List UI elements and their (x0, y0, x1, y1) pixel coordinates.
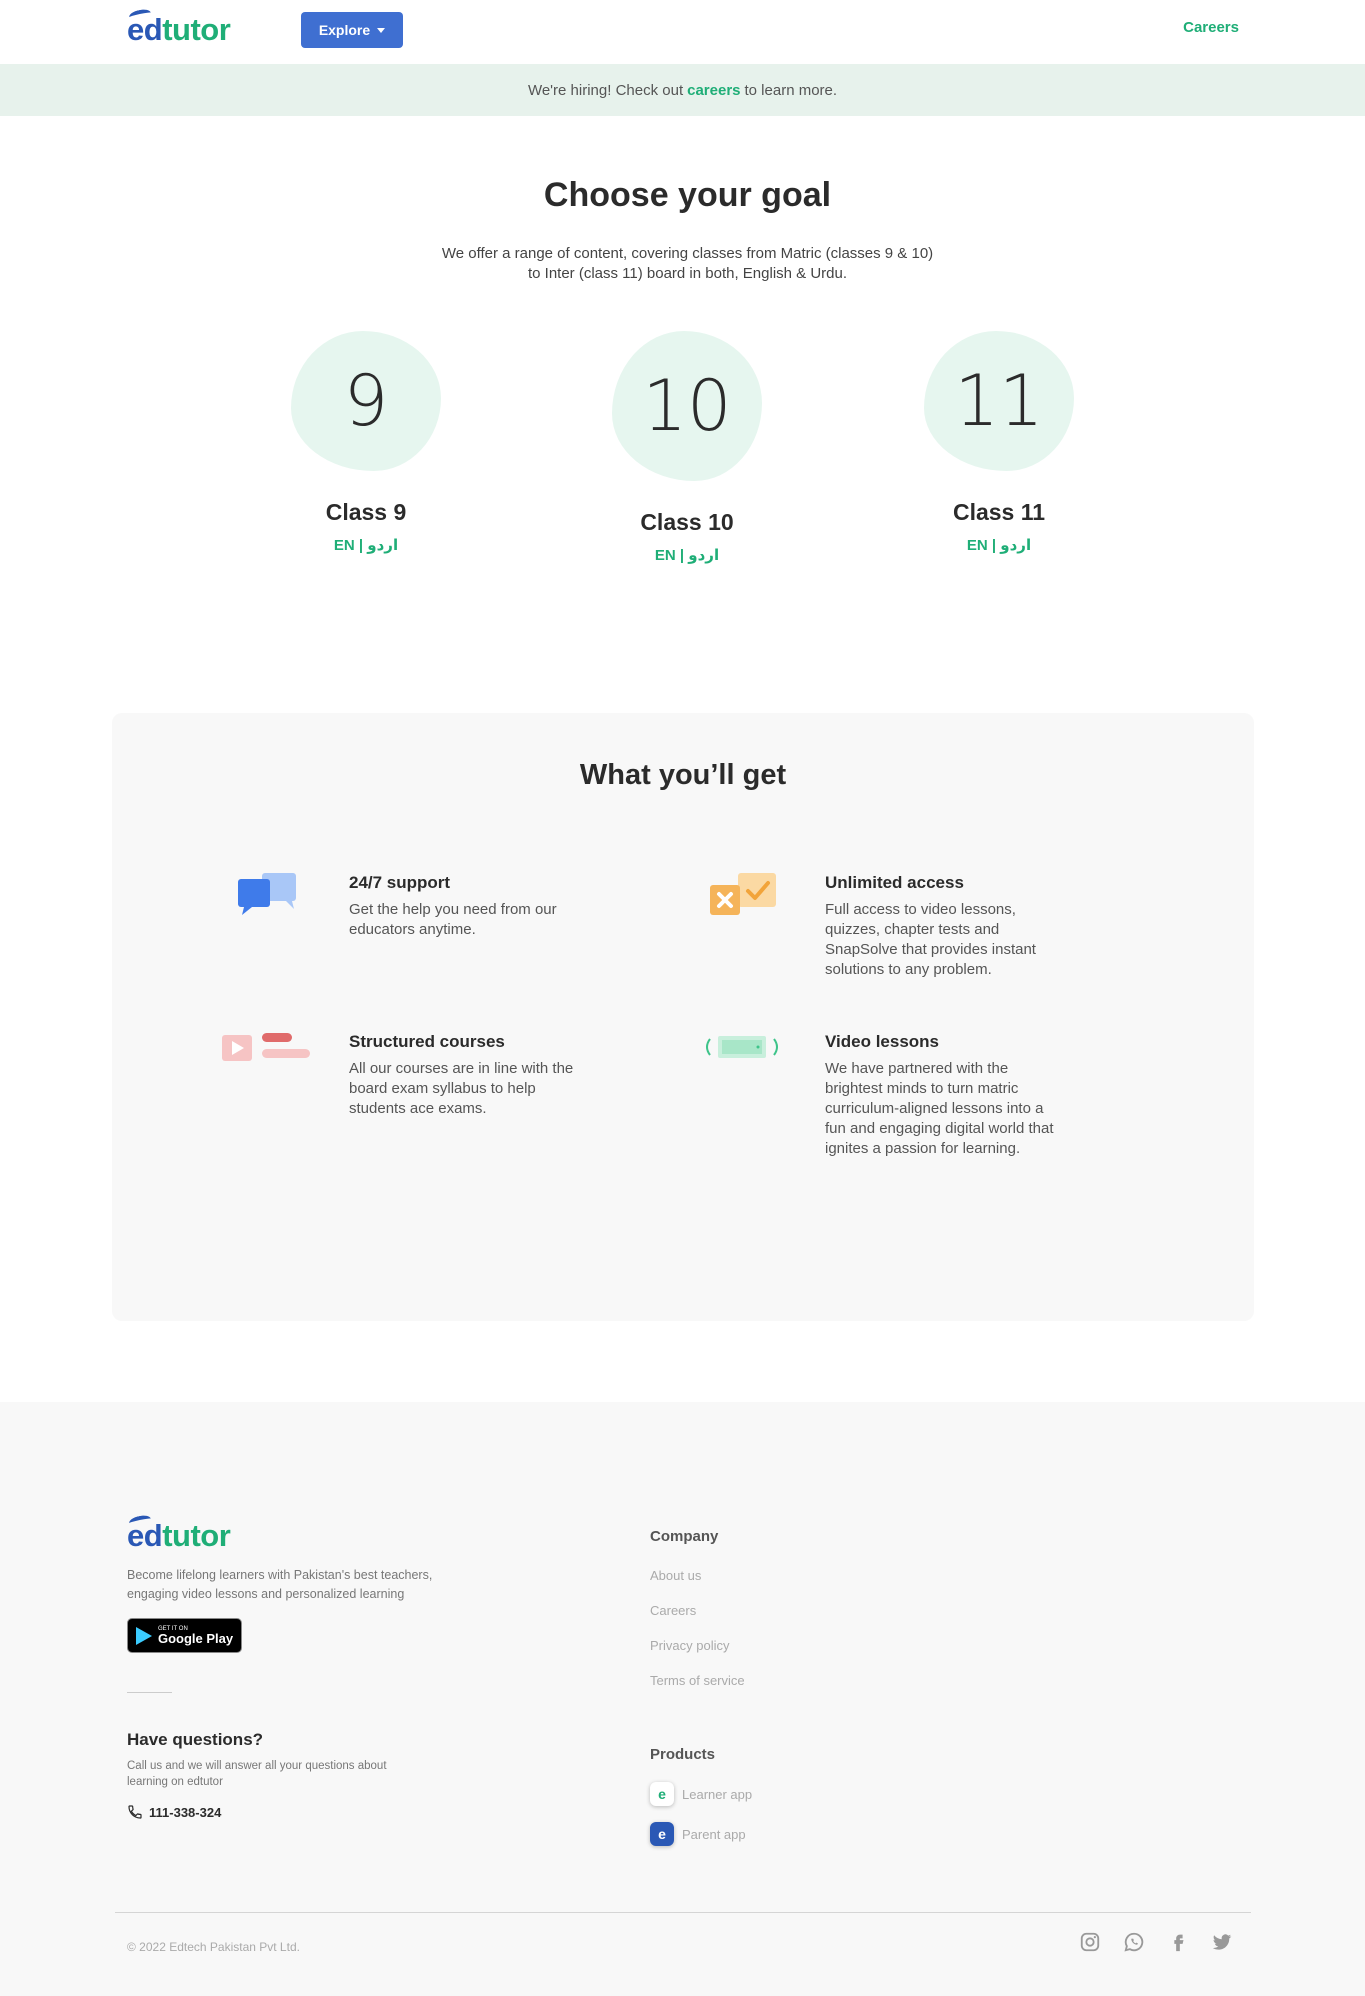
class-10-urdu-link[interactable]: اردو (688, 547, 719, 564)
twitter-icon[interactable] (1210, 1930, 1234, 1954)
site-footer: ed tutor Become lifelong learners with Pa… (0, 1402, 1365, 1996)
feature-support-title: 24/7 support (349, 873, 451, 892)
phone-contact[interactable]: 111-338-324 (127, 1804, 221, 1820)
products-title: Products (650, 1746, 716, 1763)
quiz-check-icon (710, 873, 776, 915)
company-title: Company (650, 1528, 719, 1545)
class-card-10[interactable]: 10 Class 10 EN | اردو (602, 331, 772, 564)
social-links (1078, 1930, 1234, 1954)
whatsapp-icon[interactable] (1122, 1930, 1146, 1954)
learner-app-icon: e (650, 1782, 674, 1806)
features-panel: What you’ll get 24/7 support Get the hel… (112, 713, 1254, 1321)
facebook-icon[interactable] (1166, 1930, 1190, 1954)
class-11-urdu-link[interactable]: اردو (1000, 537, 1031, 554)
feature-video-lessons-title: Video lessons (825, 1032, 940, 1051)
feature-unlimited-access: Unlimited access Full access to video le… (825, 873, 1065, 980)
class-card-9[interactable]: 9 Class 9 EN | اردو (281, 331, 451, 554)
parent-app-icon: e (650, 1822, 674, 1846)
class-11-en-link[interactable]: EN (967, 537, 988, 554)
top-header: ed tutor Explore Careers (0, 0, 1365, 64)
caret-down-icon (377, 27, 386, 33)
explore-dropdown-button[interactable]: Explore (301, 12, 403, 48)
class-10-en-link[interactable]: EN (655, 547, 676, 564)
class-9-languages: EN | اردو (333, 537, 399, 554)
class-11-languages: EN | اردو (966, 537, 1032, 554)
parent-app-link[interactable]: e Parent app (650, 1822, 746, 1846)
footer-edtutor-logo[interactable]: ed tutor (127, 1513, 231, 1554)
footer-rule (115, 1912, 1251, 1913)
video-screen-icon (706, 1036, 778, 1058)
footer-link-about-us[interactable]: About us (650, 1568, 701, 1583)
hiring-banner: We're hiring! Check out careers to learn… (0, 64, 1365, 116)
class-9-badge[interactable]: 9 (291, 331, 441, 471)
feature-structured-courses: Structured courses All our courses are i… (349, 1032, 589, 1119)
learner-app-link[interactable]: e Learner app (650, 1782, 752, 1806)
google-play-badge[interactable]: GET IT ON Google Play (127, 1618, 242, 1653)
class-9-en-link[interactable]: EN (334, 537, 355, 554)
footer-tagline: Become lifelong learners with Pakistan's… (127, 1568, 433, 1601)
feature-video-lessons-text: We have partnered with the brightest min… (825, 1060, 1054, 1157)
class-9-urdu-link[interactable]: اردو (367, 537, 398, 554)
feature-support: 24/7 support Get the help you need from … (349, 873, 589, 940)
google-play-icon (136, 1626, 152, 1645)
footer-link-careers[interactable]: Careers (650, 1603, 696, 1618)
footer-link-terms-of-service[interactable]: Terms of service (650, 1673, 745, 1688)
banner-careers-link[interactable]: careers (687, 82, 740, 99)
feature-unlimited-access-text: Full access to video lessons, quizzes, c… (825, 901, 1036, 978)
class-card-11[interactable]: 11 Class 11 EN | اردو (914, 331, 1084, 554)
edtutor-logo[interactable]: ed tutor (127, 7, 231, 48)
class-11-badge[interactable]: 11 (924, 331, 1074, 471)
copyright: © 2022 Edtech Pakistan Pvt Ltd. (127, 1940, 300, 1954)
feature-unlimited-access-title: Unlimited access (825, 873, 964, 892)
feature-video-lessons: Video lessons We have partnered with the… (825, 1032, 1065, 1159)
features-title: What you’ll get (579, 759, 787, 791)
questions-subtitle: Call us and we will answer all your ques… (127, 1760, 387, 1788)
footer-divider (127, 1692, 172, 1693)
goal-subtitle: We offer a range of content, covering cl… (441, 245, 934, 282)
questions-title: Have questions? (127, 1730, 264, 1749)
instagram-icon[interactable] (1078, 1930, 1102, 1954)
feature-structured-courses-text: All our courses are in line with the boa… (349, 1060, 574, 1117)
phone-icon (128, 1805, 142, 1819)
chat-bubbles-icon (238, 873, 296, 915)
goal-title: Choose your goal (543, 176, 832, 214)
class-10-title[interactable]: Class 10 (602, 509, 772, 536)
class-10-languages: EN | اردو (654, 547, 720, 564)
class-9-title[interactable]: Class 9 (281, 499, 451, 526)
course-play-icon (222, 1033, 310, 1061)
footer-link-privacy-policy[interactable]: Privacy policy (650, 1638, 729, 1653)
feature-structured-courses-title: Structured courses (349, 1032, 505, 1051)
class-10-badge[interactable]: 10 (612, 331, 762, 481)
header-careers-link[interactable]: Careers (1183, 19, 1239, 36)
feature-support-text: Get the help you need from our educators… (349, 901, 557, 938)
class-11-title[interactable]: Class 11 (914, 499, 1084, 526)
